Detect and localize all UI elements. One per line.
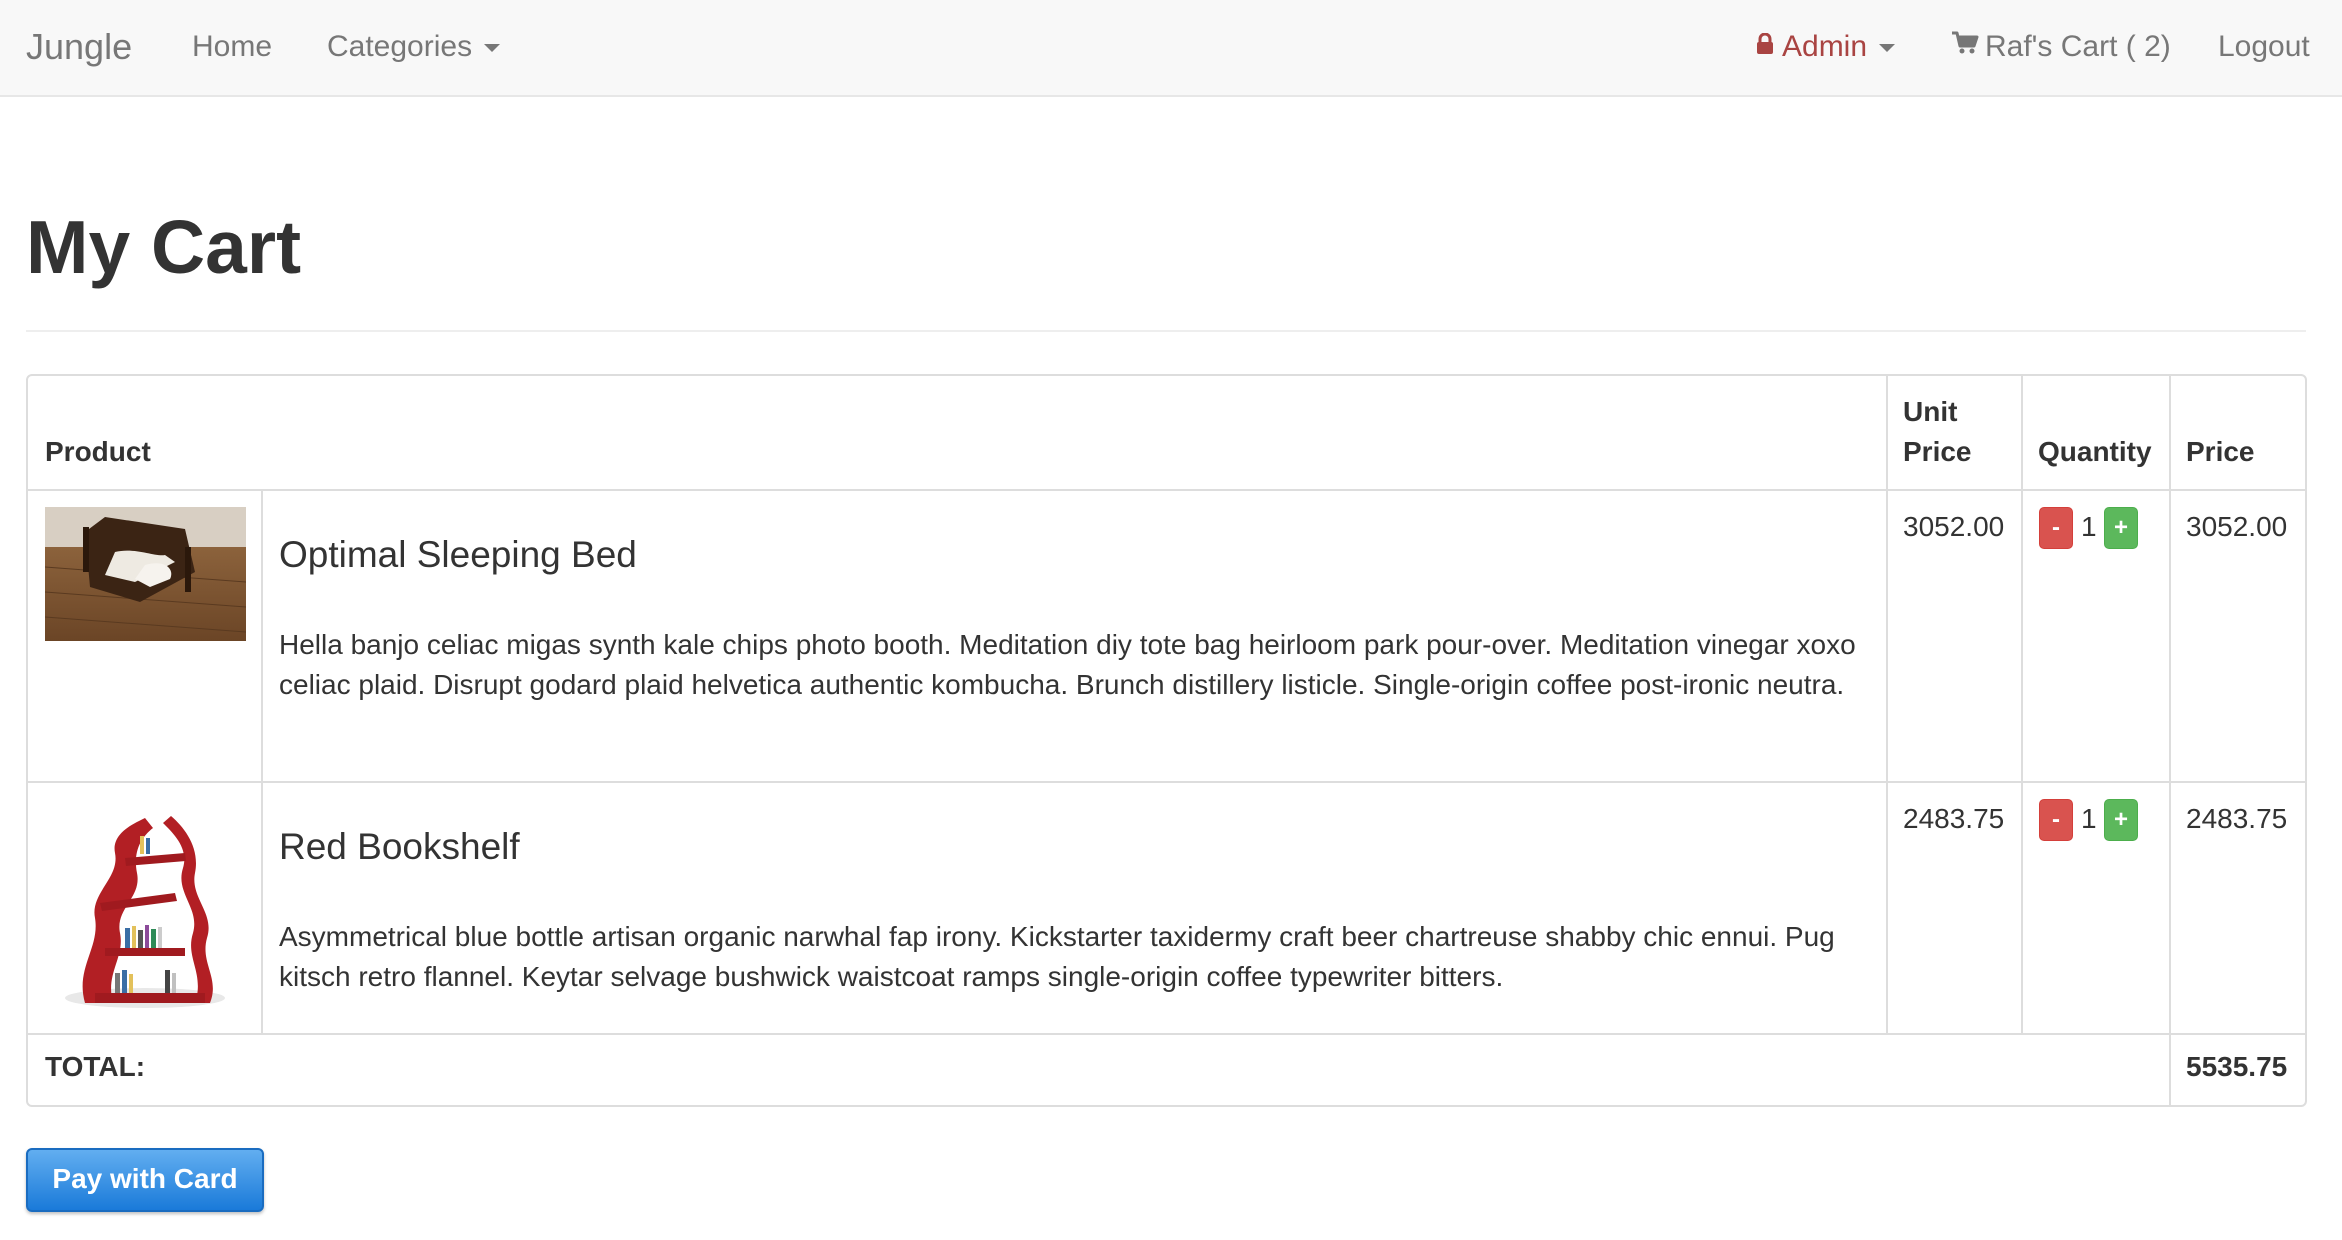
- nav-admin-dropdown[interactable]: Admin: [1756, 0, 1896, 95]
- decrease-quantity-button[interactable]: -: [2039, 799, 2073, 841]
- brand-link[interactable]: Jungle: [26, 0, 132, 95]
- header-product: Product: [45, 436, 151, 467]
- column-divider: [2169, 376, 2171, 1107]
- pay-with-card-button[interactable]: Pay with Card: [26, 1148, 264, 1212]
- nav-categories-dropdown[interactable]: Categories: [327, 0, 501, 95]
- product-image-bookshelf[interactable]: [45, 798, 246, 1021]
- line-price: 2483.75: [2186, 803, 2288, 834]
- increase-quantity-button[interactable]: +: [2104, 507, 2138, 549]
- nav-home-link[interactable]: Home: [192, 0, 272, 95]
- shopping-cart-icon: [1951, 0, 1979, 92]
- page-title: My Cart: [26, 205, 302, 289]
- caret-down-icon: [484, 44, 501, 53]
- total-label: TOTAL:: [45, 1051, 146, 1082]
- product-description: Hella banjo celiac migas synth kale chip…: [279, 629, 1856, 700]
- row-divider: [28, 1033, 2305, 1035]
- product-description: Asymmetrical blue bottle artisan organic…: [279, 921, 1835, 992]
- quantity-value: 1: [2081, 803, 2097, 834]
- caret-down-icon: [1879, 44, 1896, 53]
- column-divider: [1886, 376, 1888, 1033]
- navbar: Jungle Home Categories Admin Raf's Cart …: [0, 0, 2342, 97]
- row-divider: [28, 489, 2305, 491]
- quantity-value: 1: [2081, 511, 2097, 542]
- increase-quantity-button[interactable]: +: [2104, 799, 2138, 841]
- nav-cart-label: Raf's Cart ( 2): [1985, 30, 2171, 63]
- product-image-bed[interactable]: [45, 507, 246, 641]
- decrease-quantity-button[interactable]: -: [2039, 507, 2073, 549]
- nav-logout-link[interactable]: Logout: [2218, 0, 2310, 95]
- cart-table: Product Unit Price Quantity Price Optima…: [26, 374, 2307, 1107]
- nav-cart-link[interactable]: Raf's Cart ( 2): [1951, 0, 2171, 95]
- product-name[interactable]: Optimal Sleeping Bed: [279, 534, 637, 576]
- product-name[interactable]: Red Bookshelf: [279, 826, 520, 868]
- unit-price: 2483.75: [1903, 803, 2005, 834]
- lock-icon: [1756, 0, 1774, 92]
- total-value: 5535.75: [2186, 1051, 2288, 1082]
- header-quantity: Quantity: [2038, 436, 2152, 467]
- nav-categories-label: Categories: [327, 30, 473, 63]
- header-unit-price: Unit Price: [1903, 396, 1972, 467]
- line-price: 3052.00: [2186, 511, 2288, 542]
- column-divider: [261, 489, 263, 1033]
- unit-price: 3052.00: [1903, 511, 2005, 542]
- page-header-divider: [26, 330, 2306, 332]
- row-divider: [28, 781, 2305, 783]
- header-price: Price: [2186, 436, 2255, 467]
- column-divider: [2021, 376, 2023, 1033]
- nav-admin-label: Admin: [1782, 30, 1868, 63]
